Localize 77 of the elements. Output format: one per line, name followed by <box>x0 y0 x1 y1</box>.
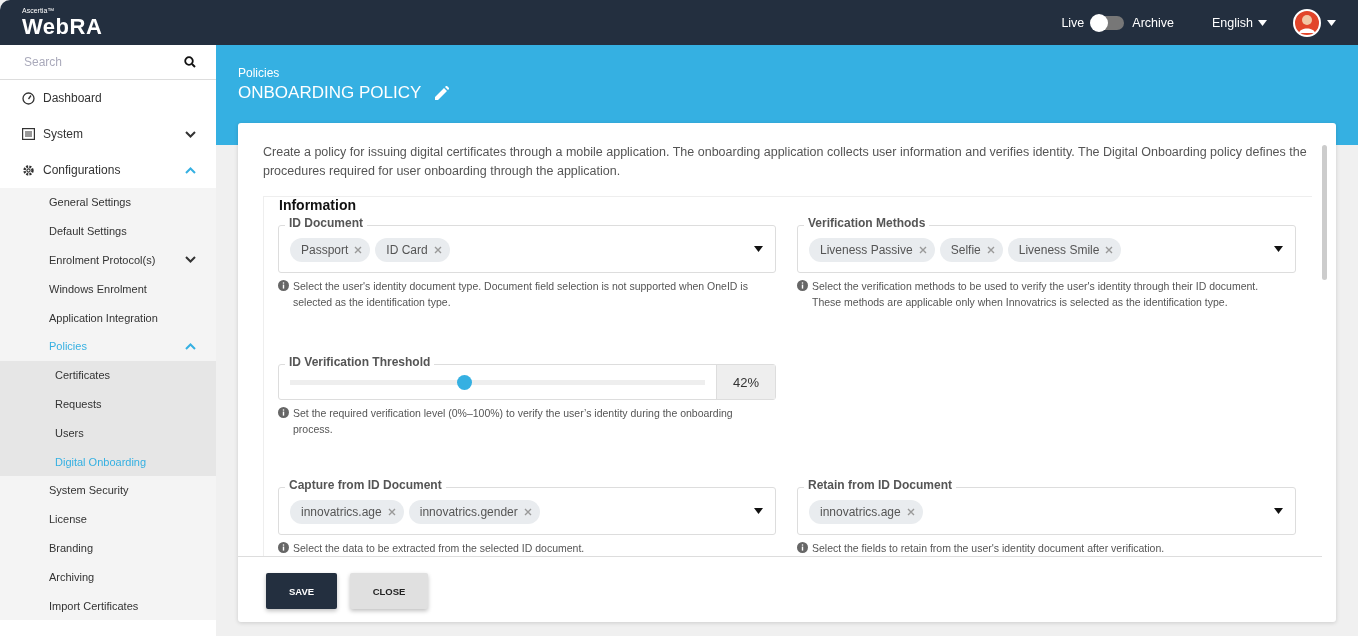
slider-value: 42% <box>716 365 775 399</box>
tag-chip[interactable]: Liveness Smile <box>1007 238 1122 262</box>
archive-label: Archive <box>1132 15 1174 30</box>
live-label: Live <box>1061 15 1085 30</box>
help-text: Select the fields to retain from the user's identity document after verification. <box>812 541 1165 556</box>
sidebar-item[interactable]: System Security <box>0 475 216 505</box>
chevron-down-icon[interactable] <box>185 256 196 264</box>
page-title: ONBOARDING POLICY <box>238 83 422 103</box>
info-icon <box>278 280 289 291</box>
avatar-icon[interactable] <box>1293 8 1321 37</box>
sidebar-item[interactable]: General Settings <box>0 188 216 217</box>
tag-chip[interactable]: ID Card <box>375 238 450 262</box>
tag-chip[interactable]: innovatrics.gender <box>408 500 540 524</box>
tag-chip[interactable]: Passport <box>290 238 371 262</box>
field-label: Capture from ID Document <box>285 478 446 492</box>
help-text: Set the required verification level (0%–100%) to verify the user’s identity during the onboarding process. <box>293 406 734 437</box>
field-label: ID Document <box>285 216 367 230</box>
close-icon[interactable] <box>387 508 396 516</box>
sidebar-item[interactable]: Branding <box>0 533 216 563</box>
tag-chip[interactable]: innovatrics.age <box>290 500 404 524</box>
field-label: Retain from ID Document <box>804 478 956 492</box>
brand-logo: WebRA <box>22 14 103 39</box>
gear-icon <box>22 163 35 177</box>
tag-chip[interactable]: Liveness Passive <box>809 238 935 262</box>
info-icon <box>797 280 808 291</box>
sidebar-item[interactable]: Default Settings <box>0 216 216 246</box>
field-label: ID Verification Threshold <box>285 355 435 369</box>
dropdown-caret-icon <box>754 246 763 252</box>
chevron-up-icon[interactable] <box>185 342 196 350</box>
tag-chip[interactable]: Selfie <box>939 238 1003 262</box>
caret-down-icon <box>1327 19 1336 26</box>
info-icon <box>278 542 289 553</box>
sidebar-item[interactable]: Certificates <box>0 360 216 390</box>
close-icon[interactable] <box>986 246 995 254</box>
field-label: Verification Methods <box>804 216 930 230</box>
info-icon <box>278 407 289 418</box>
close-icon[interactable] <box>354 246 363 254</box>
info-icon <box>797 542 808 553</box>
chevron-down-icon[interactable] <box>185 130 196 138</box>
caret-down-icon <box>1258 19 1267 26</box>
sidebar-item[interactable]: Enrolment Protocol(s) <box>0 245 216 275</box>
language-selector[interactable]: English <box>1212 15 1267 30</box>
tag-chip[interactable]: innovatrics.age <box>809 500 923 524</box>
chevron-up-icon[interactable] <box>185 166 196 174</box>
close-icon[interactable] <box>523 508 532 516</box>
section-title: Information <box>277 197 358 213</box>
close-icon[interactable] <box>906 508 915 516</box>
sidebar-item[interactable]: Archiving <box>0 562 216 592</box>
close-button[interactable]: CLOSE <box>350 573 428 609</box>
list-icon <box>22 128 35 140</box>
sidebar-item[interactable]: License <box>0 504 216 534</box>
dropdown-caret-icon <box>754 508 763 514</box>
sidebar-item[interactable]: Windows Enrolment <box>0 274 216 304</box>
slider-thumb[interactable] <box>457 374 473 390</box>
sidebar-item[interactable]: Configurations <box>0 152 216 188</box>
dropdown-caret-icon <box>1274 508 1283 514</box>
sidebar-item[interactable]: Users <box>0 418 216 448</box>
close-icon[interactable] <box>1105 246 1114 254</box>
help-text: Select the data to be extracted from the selected ID document. <box>293 541 585 556</box>
description-text: Create a policy for issuing digital certificates through a mobile application. The onboarding application collects user information and verifies identity. The Digital Onboarding policy defines the procedures required for user onboarding through the application. <box>263 144 1308 180</box>
pencil-icon[interactable] <box>435 86 450 100</box>
gauge-icon <box>22 91 35 105</box>
sidebar-item[interactable]: Dashboard <box>0 80 216 116</box>
sidebar-item[interactable]: Application Integration <box>0 303 216 332</box>
close-icon[interactable] <box>918 246 927 254</box>
help-text: Select the verification methods to be used to verify the user's identity through their ID document. These methods are applicable only when Innovatrics is selected as the identification type. <box>812 279 1260 310</box>
sidebar-item[interactable]: Requests <box>0 389 216 419</box>
help-text: Select the user's identity document type. Document field selection is not supported when OneID is selected as the identification type. <box>293 279 749 310</box>
dropdown-caret-icon <box>1274 246 1283 252</box>
scrollbar-thumb[interactable] <box>1321 145 1327 280</box>
search-field[interactable]: Search <box>22 54 184 70</box>
save-button[interactable]: SAVE <box>266 573 337 609</box>
sidebar-item[interactable]: Import Certificates <box>0 591 216 620</box>
search-icon[interactable] <box>184 56 196 68</box>
close-icon[interactable] <box>433 246 442 254</box>
sidebar-item[interactable]: System <box>0 116 216 152</box>
mode-toggle[interactable] <box>1092 15 1125 30</box>
